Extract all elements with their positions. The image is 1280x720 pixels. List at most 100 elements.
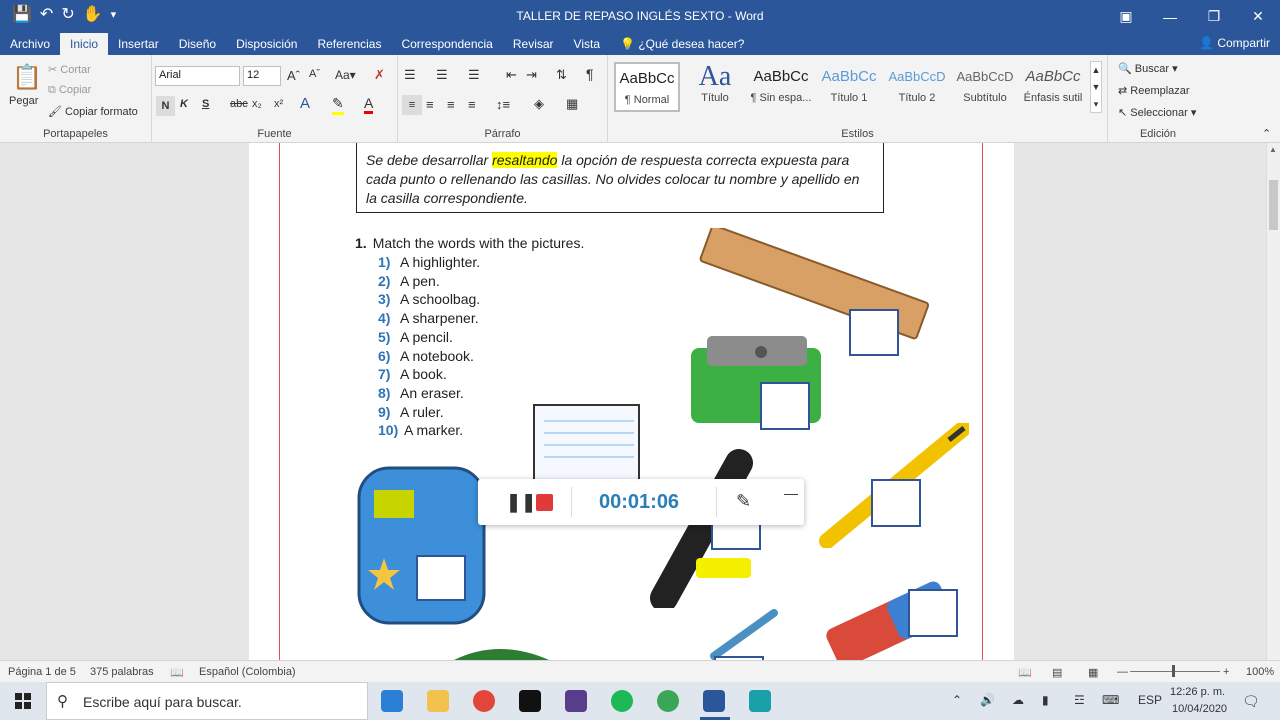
- justify-icon[interactable]: ≡: [468, 97, 476, 112]
- font-color-icon[interactable]: A: [364, 95, 374, 114]
- answer-box-ruler[interactable]: [849, 309, 899, 356]
- font-family-select[interactable]: Arial: [155, 66, 240, 86]
- zoom-out-icon[interactable]: —: [1117, 666, 1128, 678]
- minimize-icon[interactable]: —: [1148, 0, 1192, 33]
- pause-icon[interactable]: ❚❚: [506, 492, 536, 513]
- minimize-recorder-icon[interactable]: —: [784, 485, 798, 501]
- tab-inicio[interactable]: Inicio: [60, 33, 109, 55]
- clock-time[interactable]: 12:26 p. m.: [1170, 686, 1225, 698]
- clear-formatting-icon[interactable]: ✗: [374, 67, 385, 83]
- start-button[interactable]: [0, 682, 46, 720]
- tab-archivo[interactable]: Archivo: [0, 33, 60, 55]
- sort-icon[interactable]: ⇅: [556, 67, 567, 83]
- vertical-scrollbar[interactable]: ▲: [1266, 143, 1280, 660]
- align-left-icon[interactable]: ≡: [402, 95, 422, 115]
- grow-font-icon[interactable]: Aˆ: [287, 68, 300, 83]
- increase-indent-icon[interactable]: ⇥: [526, 67, 537, 83]
- file-explorer-icon[interactable]: [427, 690, 449, 712]
- answer-box-sharpener[interactable]: [760, 382, 810, 430]
- bold-button[interactable]: N: [156, 96, 175, 116]
- tab-referencias[interactable]: Referencias: [307, 33, 391, 55]
- ribbon-display-icon[interactable]: ▣: [1104, 0, 1148, 33]
- document-area[interactable]: Se debe desarrollar resaltando la opción…: [0, 143, 1266, 660]
- wifi-icon[interactable]: ☲: [1074, 693, 1085, 707]
- pen-tool-icon[interactable]: ✎: [736, 491, 751, 512]
- scroll-up-icon[interactable]: ▲: [1269, 145, 1277, 154]
- numbering-icon[interactable]: ☰: [436, 67, 448, 83]
- line-spacing-icon[interactable]: ↕≡: [496, 97, 510, 112]
- read-mode-icon[interactable]: 📖: [1018, 666, 1032, 679]
- tab-vista[interactable]: Vista: [564, 33, 610, 55]
- jw-icon[interactable]: [565, 690, 587, 712]
- style-enfasis-sutil[interactable]: AaBbCc Énfasis sutil: [1020, 62, 1086, 112]
- superscript-button[interactable]: x²: [274, 98, 283, 110]
- tab-insertar[interactable]: Insertar: [108, 33, 169, 55]
- paste-icon[interactable]: 📋: [12, 63, 42, 92]
- language-status[interactable]: Español (Colombia): [199, 666, 296, 678]
- multilevel-list-icon[interactable]: ☰: [468, 67, 480, 83]
- highlight-color-icon[interactable]: ✎: [332, 95, 344, 115]
- chrome-profile-icon[interactable]: [657, 690, 679, 712]
- strikethrough-button[interactable]: abc: [230, 98, 248, 110]
- italic-button[interactable]: K: [180, 98, 188, 110]
- clock-date[interactable]: 10/04/2020: [1172, 703, 1227, 715]
- document-page[interactable]: Se debe desarrollar resaltando la opción…: [249, 143, 1014, 660]
- style-titulo-2[interactable]: AaBbCcD Título 2: [884, 62, 950, 112]
- spotify-icon[interactable]: [611, 690, 633, 712]
- answer-box-eraser[interactable]: [908, 589, 958, 637]
- taskbar-search[interactable]: ⚲ Escribe aquí para buscar.: [46, 682, 368, 720]
- battery-icon[interactable]: ▮: [1042, 693, 1049, 707]
- collapse-ribbon-icon[interactable]: ⌃: [1262, 127, 1271, 140]
- mail-icon[interactable]: [381, 690, 403, 712]
- tab-correspondencia[interactable]: Correspondencia: [391, 33, 502, 55]
- tab-diseno[interactable]: Diseño: [169, 33, 226, 55]
- tab-disposicion[interactable]: Disposición: [226, 33, 307, 55]
- subscript-button[interactable]: x₂: [252, 98, 262, 110]
- zoom-level[interactable]: 100%: [1246, 666, 1274, 678]
- zoom-slider[interactable]: [1130, 671, 1220, 672]
- print-layout-icon[interactable]: ▤: [1052, 666, 1062, 679]
- select-button[interactable]: ↖ Seleccionar ▾: [1118, 106, 1196, 119]
- decrease-indent-icon[interactable]: ⇤: [506, 67, 517, 83]
- copy-button[interactable]: ⧉ Copiar: [48, 84, 91, 97]
- paste-button[interactable]: Pegar: [9, 95, 38, 107]
- zoom-slider-thumb[interactable]: [1172, 665, 1175, 677]
- tray-chevron-icon[interactable]: ⌃: [952, 693, 962, 707]
- answer-box-pencil[interactable]: [871, 479, 921, 527]
- font-size-select[interactable]: 12: [243, 66, 281, 86]
- chrome-icon[interactable]: [473, 690, 495, 712]
- screen-recorder-icon[interactable]: [749, 690, 771, 712]
- style-sin-espaciado[interactable]: AaBbCc ¶ Sin espa...: [748, 62, 814, 112]
- align-right-icon[interactable]: ≡: [447, 97, 455, 112]
- underline-button[interactable]: S: [202, 98, 209, 110]
- page-count[interactable]: Página 1 de 5: [8, 666, 76, 678]
- borders-icon[interactable]: ▦: [566, 96, 578, 112]
- close-icon[interactable]: ✕: [1236, 0, 1280, 33]
- format-painter-button[interactable]: 🖌 Copiar formato: [48, 105, 138, 118]
- word-icon[interactable]: [703, 690, 725, 712]
- answer-box-schoolbag[interactable]: [416, 555, 466, 601]
- shrink-font-icon[interactable]: Aˇ: [309, 68, 320, 80]
- style-normal[interactable]: AaBbCc ¶ Normal: [614, 62, 680, 112]
- style-subtitulo[interactable]: AaBbCcD Subtítulo: [952, 62, 1018, 112]
- zoom-in-icon[interactable]: +: [1223, 666, 1229, 678]
- show-marks-icon[interactable]: ¶: [586, 66, 594, 82]
- tab-revisar[interactable]: Revisar: [503, 33, 564, 55]
- proofing-icon[interactable]: 📖: [170, 666, 184, 679]
- replace-button[interactable]: ⇄ Reemplazar: [1118, 84, 1190, 97]
- keyboard-icon[interactable]: ⌨: [1102, 693, 1119, 707]
- cut-button[interactable]: ✂ Cortar: [48, 63, 91, 76]
- maximize-icon[interactable]: ❐: [1192, 0, 1236, 33]
- find-button[interactable]: 🔍 Buscar ▾: [1118, 62, 1178, 75]
- style-titulo[interactable]: Aa Título: [682, 62, 748, 112]
- bullets-icon[interactable]: ☰: [404, 67, 416, 83]
- style-titulo-1[interactable]: AaBbCc Título 1: [816, 62, 882, 112]
- stop-icon[interactable]: [536, 494, 553, 511]
- shading-icon[interactable]: ◈: [534, 96, 544, 112]
- netflix-icon[interactable]: [519, 690, 541, 712]
- text-effects-icon[interactable]: A: [300, 95, 310, 112]
- language-indicator[interactable]: ESP: [1138, 693, 1162, 707]
- web-layout-icon[interactable]: ▦: [1088, 666, 1098, 679]
- volume-icon[interactable]: 🔊: [980, 693, 995, 707]
- notifications-icon[interactable]: 🗨: [1242, 693, 1260, 710]
